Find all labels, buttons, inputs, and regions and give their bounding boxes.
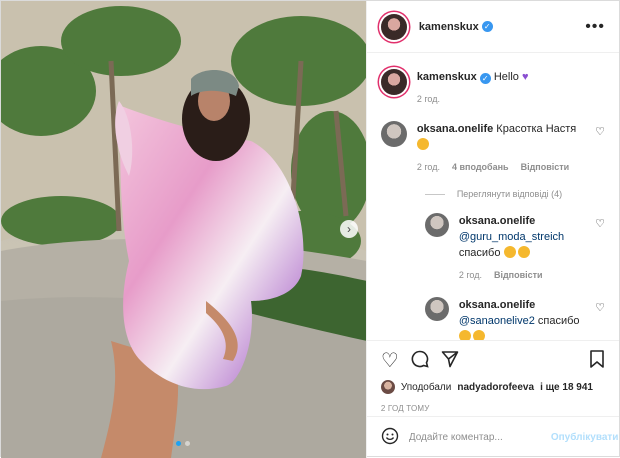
verified-badge-icon: ✓ — [481, 21, 493, 32]
liker-username[interactable]: nadyadorofeeva — [457, 382, 534, 393]
reply-time[interactable]: 2 год. — [459, 267, 482, 283]
hug-emoji-icon — [517, 246, 530, 258]
reply-username[interactable]: oksana.onelife — [459, 299, 535, 311]
photo-woman-in-tie-dye-dress — [1, 1, 366, 458]
more-options-icon[interactable]: ••• — [585, 18, 605, 36]
view-replies-button[interactable]: Переглянути відповіді (4) — [424, 189, 605, 199]
likes-summary: Уподобали nadyadorofeeva і ще 18 941 — [380, 380, 605, 394]
carousel-dot — [176, 441, 182, 446]
share-send-icon[interactable] — [441, 350, 459, 371]
reply-button[interactable]: Відповісти — [494, 267, 543, 283]
comment: oksana.onelife Красотка Настя 2 год. 4 в… — [380, 121, 605, 175]
carousel-next-button[interactable]: › — [340, 220, 358, 238]
add-comment-bar: Опублікувати — [366, 416, 619, 458]
reply-mention-link[interactable]: @sanaonelive2 — [459, 315, 535, 327]
reply: oksana.onelife @guru_moda_streich спасиб… — [424, 213, 605, 283]
publish-comment-button[interactable]: Опублікувати — [551, 432, 619, 443]
verified-badge-icon: ✓ — [479, 73, 491, 84]
caption: kamenskux ✓ Hello ♥ 2 год. — [380, 69, 605, 107]
post-sidebar: kamenskux ✓ ••• kamenskux ✓ Hello ♥ 2 год… — [365, 1, 619, 458]
carousel-indicator — [1, 441, 366, 446]
commenter-avatar[interactable] — [424, 213, 449, 237]
author-avatar[interactable] — [380, 13, 407, 40]
instagram-post: › kamenskux ✓ ••• kamenskux ✓ Hello ♥ 2 г… — [0, 0, 620, 458]
reply-text: спасибо — [537, 315, 580, 327]
post-header: kamenskux ✓ ••• — [366, 1, 619, 53]
reply-username[interactable]: oksana.onelife — [459, 215, 535, 227]
post-actions: ♡ Уподобали nadyadorofeeva і ще 18 941 2… — [366, 340, 619, 413]
post-photo[interactable]: › — [1, 1, 366, 458]
like-heart-icon[interactable]: ♡ — [381, 348, 399, 373]
liker-avatar[interactable] — [380, 380, 395, 394]
bookmark-icon[interactable] — [589, 349, 605, 371]
purple-heart-icon: ♥ — [521, 71, 529, 83]
comment-username[interactable]: oksana.onelife — [417, 123, 493, 135]
reply-text: спасибо — [458, 247, 501, 259]
comment-bubble-icon[interactable] — [411, 350, 429, 371]
commenter-avatar[interactable] — [424, 297, 449, 321]
likes-prefix: Уподобали — [400, 381, 452, 393]
reply-mention-link[interactable]: @guru_moda_streich — [459, 231, 564, 243]
author-username[interactable]: kamenskux — [419, 21, 479, 33]
emoji-smiley-icon[interactable] — [381, 427, 399, 448]
comment-likes[interactable]: 4 вподобань — [452, 159, 509, 175]
caption-time[interactable]: 2 год. — [417, 91, 440, 107]
author-avatar[interactable] — [380, 69, 407, 95]
divider-line — [424, 193, 445, 195]
carousel-dot — [185, 441, 191, 446]
post-timestamp[interactable]: 2 ГОД ТОМУ — [381, 404, 605, 413]
reply: oksana.onelife @sanaonelive2 спасибо ♡ — [424, 297, 605, 340]
commenter-avatar[interactable] — [380, 121, 407, 147]
like-reply-heart-icon[interactable]: ♡ — [595, 301, 605, 314]
heart-eyes-emoji-icon — [458, 330, 471, 340]
like-reply-heart-icon[interactable]: ♡ — [595, 217, 605, 230]
heart-eyes-emoji-icon — [416, 138, 429, 150]
caption-username[interactable]: kamenskux — [417, 71, 477, 83]
comments-list: kamenskux ✓ Hello ♥ 2 год. oksana.onelife… — [367, 53, 619, 340]
heart-eyes-emoji-icon — [503, 246, 516, 258]
comment-time[interactable]: 2 год. — [417, 159, 440, 175]
view-replies-label: Переглянути відповіді (4) — [456, 189, 563, 199]
likes-count[interactable]: і ще 18 941 — [540, 382, 593, 393]
hug-emoji-icon — [472, 330, 485, 340]
comment-text: Красотка Настя — [496, 123, 577, 135]
like-comment-heart-icon[interactable]: ♡ — [595, 125, 605, 138]
reply-button[interactable]: Відповісти — [521, 159, 570, 175]
caption-text: Hello — [493, 71, 519, 83]
comment-input[interactable] — [408, 432, 541, 443]
